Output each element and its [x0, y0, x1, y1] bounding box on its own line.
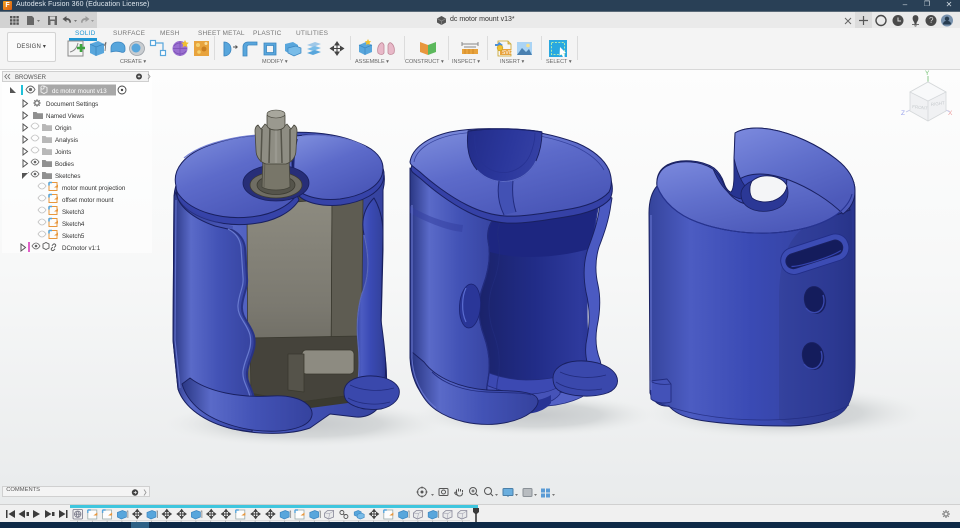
svg-text:BROWSER: BROWSER: [15, 75, 47, 81]
svg-text:Y: Y: [925, 70, 930, 77]
svg-text:Sketches: Sketches: [55, 173, 80, 180]
svg-text:dc motor mount v13: dc motor mount v13: [52, 88, 107, 95]
svg-text:DCmotor v1:1: DCmotor v1:1: [62, 245, 101, 252]
svg-text:Named Views: Named Views: [46, 113, 84, 120]
svg-text:Bodies: Bodies: [55, 161, 74, 168]
svg-text:Sketch5: Sketch5: [62, 233, 85, 240]
svg-text:Document Settings: Document Settings: [46, 101, 98, 108]
svg-text:Z: Z: [901, 110, 905, 117]
svg-text:Origin: Origin: [55, 125, 72, 132]
svg-text:SVG: SVG: [502, 50, 513, 56]
svg-text:motor mount projection: motor mount projection: [62, 185, 126, 192]
svg-text:Sketch3: Sketch3: [62, 209, 85, 216]
svg-text:Sketch4: Sketch4: [62, 221, 85, 228]
svg-text:Joints: Joints: [55, 149, 71, 156]
svg-text:offset motor mount: offset motor mount: [62, 197, 114, 204]
svg-text:Analysis: Analysis: [55, 137, 78, 144]
svg-text:?: ?: [929, 16, 934, 25]
